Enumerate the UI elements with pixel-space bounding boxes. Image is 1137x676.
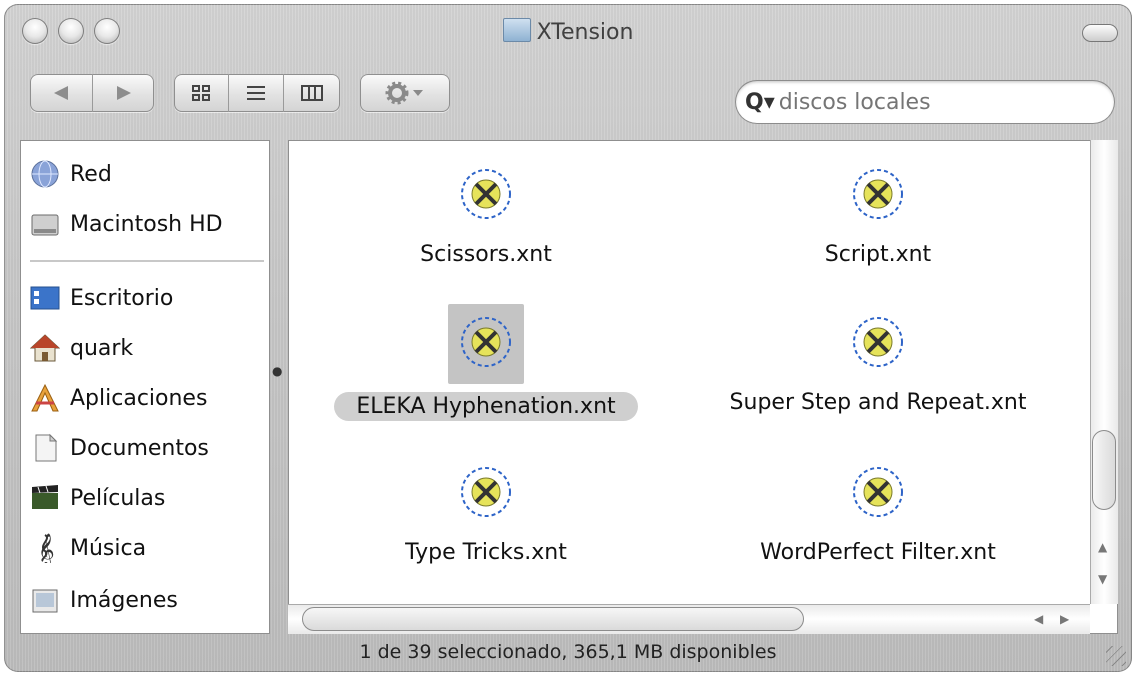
music-icon: 𝄞	[38, 533, 55, 563]
action-button-content	[360, 74, 450, 112]
folder-icon	[502, 18, 531, 42]
pictures-icon	[32, 589, 58, 613]
scroll-up-arrow-icon[interactable]: ▲	[1098, 540, 1107, 554]
vertical-scroll-thumb[interactable]	[1092, 430, 1116, 510]
movies-icon	[32, 485, 58, 509]
file-name: Script.xnt	[824, 242, 932, 267]
column-view-icon	[300, 85, 323, 101]
xtension-file-icon	[461, 467, 511, 517]
vertical-scrollbar[interactable]: ▲ ▼	[1090, 140, 1118, 604]
back-button[interactable]	[30, 74, 92, 112]
sidebar-item-label: Escritorio	[70, 285, 174, 311]
sidebar-item-label: Aplicaciones	[70, 385, 208, 411]
sidebar-item-quark[interactable]: quark	[30, 328, 133, 368]
scroll-left-arrow-icon[interactable]: ◀	[1034, 612, 1043, 626]
sidebar-item-escritorio[interactable]: Escritorio	[30, 278, 173, 318]
sidebar-item-red[interactable]: Red	[30, 154, 112, 194]
icon-view-icon	[192, 85, 210, 101]
file-name: ELEKA Hyphenation.xnt	[334, 392, 638, 421]
sidebar-divider	[30, 260, 264, 262]
toolbar-toggle-button[interactable]	[1082, 24, 1118, 42]
scroll-down-arrow-icon[interactable]: ▼	[1098, 572, 1107, 586]
list-view-button[interactable]	[229, 74, 283, 112]
sidebar-item-macintosh-hd[interactable]: Macintosh HD	[30, 204, 223, 244]
file-name: Super Step and Repeat.xnt	[729, 390, 1027, 415]
horizontal-scrollbar[interactable]: ◀ ▶	[288, 604, 1090, 634]
file-item[interactable]: Super Step and Repeat.xnt	[688, 308, 1068, 417]
title-bar[interactable]: XTension	[4, 4, 1132, 58]
status-bar: 1 de 39 seleccionado, 365,1 MB disponibl…	[359, 641, 777, 663]
network-globe-icon	[31, 160, 59, 188]
file-icon-view: Scissors.xnt Script.xnt ELEKA Hyphenatio…	[288, 140, 1118, 634]
xtension-file-icon	[853, 317, 903, 367]
window-title: XTension	[4, 18, 1132, 45]
gear-icon	[385, 81, 423, 105]
xtension-file-icon	[853, 169, 903, 219]
view-button-group	[174, 74, 340, 112]
xtension-file-icon	[461, 169, 511, 219]
sidebar-item-label: Documentos	[70, 435, 209, 461]
home-icon	[30, 334, 60, 362]
icon-view-button[interactable]	[174, 74, 228, 112]
sidebar-item-label: quark	[70, 335, 134, 361]
sidebar-item-label: Macintosh HD	[70, 211, 223, 237]
sidebar-item-imagenes[interactable]: Imágenes	[30, 580, 178, 620]
sidebar-item-aplicaciones[interactable]: Aplicaciones	[30, 378, 207, 418]
forward-arrow-icon	[116, 86, 131, 100]
finder-window: XTension Q▾ discos locales Red Macintosh…	[4, 4, 1132, 672]
resize-grip-icon[interactable]	[1106, 646, 1126, 666]
nav-button-group	[30, 74, 154, 112]
action-button[interactable]	[360, 74, 450, 112]
file-name: WordPerfect Filter.xnt	[760, 540, 996, 565]
search-icon: Q▾	[745, 89, 775, 115]
back-arrow-icon	[54, 86, 68, 100]
sidebar-item-label: Música	[70, 535, 147, 561]
sidebar-item-peliculas[interactable]: Películas	[30, 478, 165, 518]
sidebar-item-documentos[interactable]: Documentos	[30, 428, 209, 468]
sidebar-item-label: Películas	[70, 485, 166, 511]
sidebar-splitter-handle[interactable]: ●	[272, 364, 282, 378]
sidebar-item-label: Imágenes	[70, 587, 178, 613]
file-item[interactable]: WordPerfect Filter.xnt	[688, 458, 1068, 567]
sidebar-item-label: Red	[70, 161, 112, 187]
xtension-file-icon	[853, 467, 903, 517]
column-view-button[interactable]	[284, 74, 339, 112]
horizontal-scroll-thumb[interactable]	[302, 607, 804, 631]
file-item-selected[interactable]: ELEKA Hyphenation.xnt	[296, 304, 676, 421]
sidebar-item-musica[interactable]: 𝄞 Música	[30, 528, 146, 568]
file-item[interactable]: Script.xnt	[688, 160, 1068, 269]
desktop-icon	[30, 286, 60, 310]
file-item[interactable]: Scissors.xnt	[296, 160, 676, 269]
search-field[interactable]: Q▾	[735, 80, 1115, 124]
list-view-icon	[247, 86, 265, 100]
file-item[interactable]: Type Tricks.xnt	[296, 458, 676, 567]
documents-icon	[35, 433, 58, 462]
forward-button[interactable]	[93, 74, 154, 112]
hard-disk-icon	[31, 214, 59, 236]
applications-icon	[31, 383, 59, 412]
scroll-right-arrow-icon[interactable]: ▶	[1060, 612, 1069, 626]
sidebar: Red Macintosh HD Escritorio quark Aplica…	[20, 140, 270, 634]
search-input[interactable]	[776, 88, 1081, 116]
file-name: Scissors.xnt	[420, 242, 552, 267]
xtension-file-icon	[461, 317, 511, 367]
file-name: Type Tricks.xnt	[405, 540, 567, 565]
